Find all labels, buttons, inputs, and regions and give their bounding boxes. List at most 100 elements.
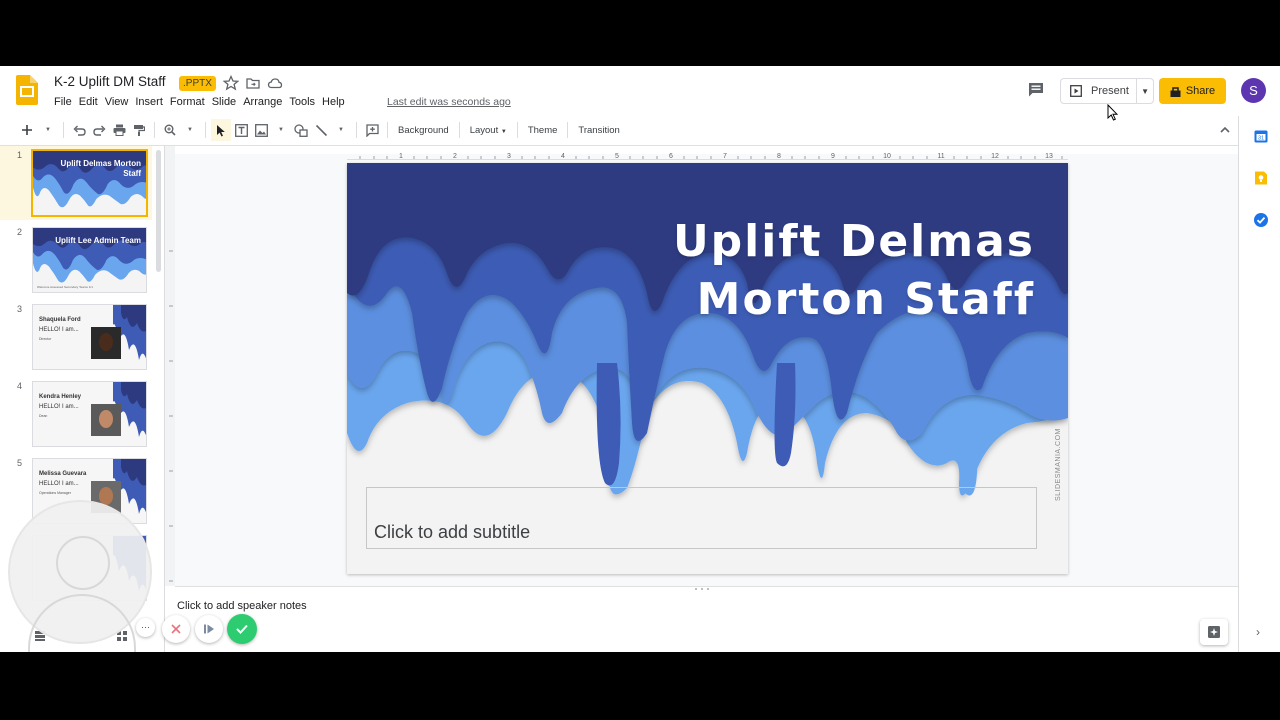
text-box-button[interactable] [231, 119, 251, 141]
side-panel: 31 › [1238, 116, 1280, 652]
add-comment-button[interactable] [362, 119, 382, 141]
layout-button[interactable]: Layout ▼ [465, 125, 512, 136]
menu-slide[interactable]: Slide [208, 96, 239, 108]
slide-thumbnail-1[interactable]: 1 Uplift Delmas Morton Staff [0, 146, 152, 220]
person-role: Dean [39, 414, 48, 418]
vertical-ruler [165, 146, 175, 586]
menu-edit[interactable]: Edit [75, 96, 101, 108]
image-dropdown[interactable]: ▼ [271, 119, 291, 141]
slide-number: 1 [17, 150, 23, 160]
hello-text: HELLO! I am... [39, 481, 79, 487]
line-button[interactable] [311, 119, 331, 141]
share-button[interactable]: Share [1159, 78, 1226, 104]
toolbar-divider [567, 122, 569, 138]
add-comment-icon [365, 123, 379, 137]
caret-down-icon: ▼ [338, 127, 344, 133]
recorder-more-button[interactable]: ⋯ [136, 618, 155, 637]
last-edit-link[interactable]: Last edit was seconds ago [387, 96, 511, 108]
zoom-button[interactable] [160, 119, 180, 141]
new-slide-dropdown[interactable]: ▼ [38, 119, 58, 141]
slides-logo-icon[interactable] [16, 75, 38, 105]
line-dropdown[interactable]: ▼ [331, 119, 351, 141]
calendar-icon[interactable]: 31 [1253, 128, 1269, 144]
title-line-2: Morton Staff [696, 274, 1035, 325]
filmstrip-scrollbar[interactable] [156, 150, 161, 272]
ruler-label: 5 [615, 153, 619, 160]
slide-number: 2 [17, 227, 23, 237]
transition-button[interactable]: Transition [573, 125, 624, 136]
slide-number: 4 [17, 381, 23, 391]
menu-tools[interactable]: Tools [286, 96, 319, 108]
ruler-label: 2 [453, 153, 457, 160]
slide-number: 5 [17, 458, 23, 468]
cloud-saved-icon[interactable] [267, 75, 283, 91]
ruler-label: 9 [831, 153, 835, 160]
more-dots-icon: ⋯ [141, 622, 150, 632]
expand-panel-icon[interactable]: › [1256, 625, 1260, 639]
explore-button[interactable] [1200, 619, 1228, 645]
person-placeholder-body [28, 594, 136, 652]
present-button[interactable]: Present [1061, 79, 1136, 103]
recorder-cancel-button[interactable] [162, 615, 190, 643]
background-button[interactable]: Background [393, 125, 454, 136]
new-slide-button[interactable] [16, 119, 38, 141]
redo-button[interactable] [89, 119, 109, 141]
hello-text: HELLO! I am... [39, 327, 79, 333]
toolbar-divider [516, 122, 518, 138]
zoom-dropdown[interactable]: ▼ [180, 119, 200, 141]
insert-image-button[interactable] [251, 119, 271, 141]
undo-button[interactable] [69, 119, 89, 141]
collapse-menus-icon[interactable] [1218, 123, 1232, 137]
slide-preview: Shaquela Ford HELLO! I am... Director [32, 304, 147, 370]
toolbar-divider [356, 122, 357, 138]
vertical-ruler-ticks [169, 250, 173, 582]
speaker-notes[interactable]: Click to add speaker notes [175, 592, 1238, 652]
menu-file[interactable]: File [54, 96, 75, 108]
undo-icon [73, 125, 86, 136]
subtitle-placeholder[interactable]: Click to add subtitle [366, 487, 1037, 549]
slide-title[interactable]: Uplift Delmas Morton Staff [673, 213, 1035, 329]
menu-arrange[interactable]: Arrange [240, 96, 286, 108]
pause-play-icon [204, 624, 214, 634]
keep-icon[interactable] [1253, 170, 1269, 186]
share-label: Share [1185, 85, 1216, 97]
document-title[interactable]: K-2 Uplift DM Staff [54, 74, 166, 89]
ruler-label: 10 [883, 153, 891, 160]
plus-icon [22, 125, 32, 135]
theme-button[interactable]: Theme [523, 125, 563, 136]
recorder-done-button[interactable] [227, 614, 257, 644]
hello-text: HELLO! I am... [39, 404, 79, 410]
slide-thumbnail-3[interactable]: 3 Shaquela Ford HELLO! I am... Director [0, 300, 152, 374]
paint-format-button[interactable] [129, 119, 149, 141]
person-name: Shaquela Ford [39, 317, 81, 323]
header: K-2 Uplift DM Staff .PPTX File Edit View… [0, 66, 1280, 116]
tasks-icon[interactable] [1253, 212, 1269, 228]
menu-insert[interactable]: Insert [132, 96, 167, 108]
paint-format-icon [134, 125, 145, 136]
present-button-group: Present ▼ [1060, 78, 1154, 104]
select-tool-button[interactable] [211, 119, 231, 141]
cursor-arrow-icon [217, 124, 225, 136]
move-folder-icon[interactable] [245, 75, 261, 91]
account-avatar[interactable]: S [1241, 78, 1266, 103]
menu-help[interactable]: Help [319, 96, 349, 108]
caret-down-icon: ▼ [1141, 86, 1150, 96]
slidesmania-watermark: SLIDESMANIA.COM [1055, 428, 1062, 501]
present-dropdown-button[interactable]: ▼ [1136, 79, 1153, 103]
menu-view[interactable]: View [101, 96, 132, 108]
redo-icon [92, 125, 105, 136]
slide-subtitle: Welcome Assessed Secondary Teams 1/1 [37, 285, 93, 289]
slide-thumbnail-2[interactable]: 2 Uplift Lee Admin Team Welcome Assessed… [0, 223, 152, 297]
current-slide[interactable]: Uplift Delmas Morton Staff Click to add … [347, 163, 1068, 574]
recorder-pause-button[interactable] [195, 615, 223, 643]
print-button[interactable] [109, 119, 129, 141]
menu-format[interactable]: Format [166, 96, 208, 108]
caret-down-icon: ▼ [500, 128, 507, 135]
title-line-1: Uplift Delmas [672, 216, 1035, 267]
check-icon [236, 624, 248, 634]
slide-thumbnail-4[interactable]: 4 Kendra Henley HELLO! I am... Dean [0, 377, 152, 451]
slides-app: K-2 Uplift DM Staff .PPTX File Edit View… [0, 66, 1280, 652]
star-icon[interactable] [223, 75, 239, 91]
shape-button[interactable] [291, 119, 311, 141]
comment-history-icon[interactable] [1026, 80, 1046, 100]
